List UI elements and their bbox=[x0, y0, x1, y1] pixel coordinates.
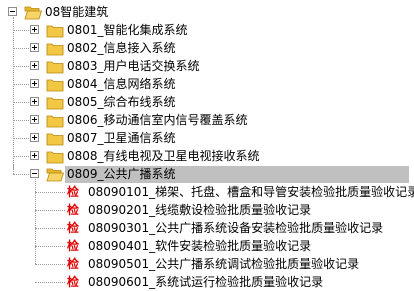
tree-node-label-selected[interactable]: 0809_公共广播系统 bbox=[65, 166, 409, 183]
inspection-badge-icon: 检 bbox=[67, 203, 80, 217]
tree-node-0808[interactable]: 0808_有线电视及卫星电视接收系统 bbox=[0, 147, 414, 164]
tree-leaf-label[interactable]: 08090501_公共广播系统调试检验批质量验收记录 bbox=[86, 256, 361, 273]
tree-node-label[interactable]: 08智能建筑 bbox=[43, 4, 110, 21]
folder-icon bbox=[46, 25, 64, 38]
folder-icon bbox=[46, 97, 64, 110]
tree-node-0807[interactable]: 0807_卫星通信系统 bbox=[0, 129, 414, 146]
inspection-badge-icon: 检 bbox=[67, 257, 80, 271]
tree-node-root[interactable]: 08智能建筑 bbox=[0, 3, 414, 20]
expand-toggle[interactable] bbox=[30, 151, 39, 160]
expand-toggle[interactable] bbox=[30, 97, 39, 106]
inspection-badge-icon: 检 bbox=[67, 239, 80, 253]
expand-toggle[interactable] bbox=[30, 43, 39, 52]
collapse-toggle[interactable] bbox=[30, 169, 39, 178]
tree-leaf-record[interactable]: 检 08090201_线缆敷设检验批质量验收记录 bbox=[0, 201, 414, 218]
tree-leaf-record[interactable]: 检 08090601_系统试运行检验批质量验收记录 bbox=[0, 273, 414, 290]
tree-leaf-label[interactable]: 08090301_公共广播系统设备安装检验批质量验收记录 bbox=[86, 220, 385, 237]
tree-leaf-label[interactable]: 08090601_系统试运行检验批质量验收记录 bbox=[86, 274, 325, 291]
inspection-badge-icon: 检 bbox=[67, 275, 80, 289]
folder-icon bbox=[46, 61, 64, 74]
tree-leaf-label[interactable]: 08090201_线缆敷设检验批质量验收记录 bbox=[86, 202, 313, 219]
folder-icon bbox=[46, 79, 64, 92]
expand-toggle[interactable] bbox=[30, 25, 39, 34]
expand-toggle[interactable] bbox=[30, 115, 39, 124]
expand-toggle[interactable] bbox=[30, 79, 39, 88]
collapse-toggle[interactable] bbox=[8, 7, 17, 16]
tree-node-label[interactable]: 0805_综合布线系统 bbox=[65, 94, 178, 111]
tree-node-0801[interactable]: 0801_智能化集成系统 bbox=[0, 21, 414, 38]
tree-node-label[interactable]: 0804_信息网络系统 bbox=[65, 76, 178, 93]
expand-toggle[interactable] bbox=[30, 61, 39, 70]
tree-node-label[interactable]: 0807_卫星通信系统 bbox=[65, 130, 178, 147]
tree-view[interactable]: 08智能建筑 0801_智能化集成系统 0802_信息接入系统 0803_用户电… bbox=[0, 0, 414, 290]
open-folder-icon bbox=[46, 168, 64, 182]
folder-icon bbox=[46, 151, 64, 164]
folder-icon bbox=[46, 133, 64, 146]
expand-toggle[interactable] bbox=[30, 133, 39, 142]
tree-node-0809[interactable]: 0809_公共广播系统 bbox=[0, 165, 414, 183]
folder-icon bbox=[46, 43, 64, 56]
tree-leaf-record[interactable]: 检 08090501_公共广播系统调试检验批质量验收记录 bbox=[0, 255, 414, 274]
inspection-badge-icon: 检 bbox=[67, 221, 80, 235]
tree-leaf-label[interactable]: 08090101_梯架、托盘、槽盒和导管安装检验批质量验收记录 bbox=[86, 184, 414, 201]
tree-leaf-label[interactable]: 08090401_软件安装检验批质量验收记录 bbox=[86, 238, 313, 255]
tree-node-label[interactable]: 0801_智能化集成系统 bbox=[65, 22, 190, 39]
tree-node-label[interactable]: 0808_有线电视及卫星电视接收系统 bbox=[65, 148, 262, 165]
tree-node-0805[interactable]: 0805_综合布线系统 bbox=[0, 93, 414, 110]
tree-node-0802[interactable]: 0802_信息接入系统 bbox=[0, 39, 414, 56]
tree-node-label[interactable]: 0802_信息接入系统 bbox=[65, 40, 178, 57]
tree-node-0803[interactable]: 0803_用户电话交换系统 bbox=[0, 57, 414, 74]
folder-icon bbox=[46, 115, 64, 128]
tree-node-0806[interactable]: 0806_移动通信室内信号覆盖系统 bbox=[0, 111, 414, 128]
inspection-badge-icon: 检 bbox=[67, 185, 80, 199]
open-folder-icon bbox=[24, 6, 42, 20]
tree-node-label[interactable]: 0803_用户电话交换系统 bbox=[65, 58, 202, 75]
tree-node-label[interactable]: 0806_移动通信室内信号覆盖系统 bbox=[65, 112, 250, 129]
tree-node-0804[interactable]: 0804_信息网络系统 bbox=[0, 75, 414, 92]
tree-leaf-record[interactable]: 检 08090401_软件安装检验批质量验收记录 bbox=[0, 237, 414, 254]
tree-leaf-record[interactable]: 检 08090101_梯架、托盘、槽盒和导管安装检验批质量验收记录 bbox=[0, 183, 414, 200]
tree-leaf-record[interactable]: 检 08090301_公共广播系统设备安装检验批质量验收记录 bbox=[0, 219, 414, 236]
